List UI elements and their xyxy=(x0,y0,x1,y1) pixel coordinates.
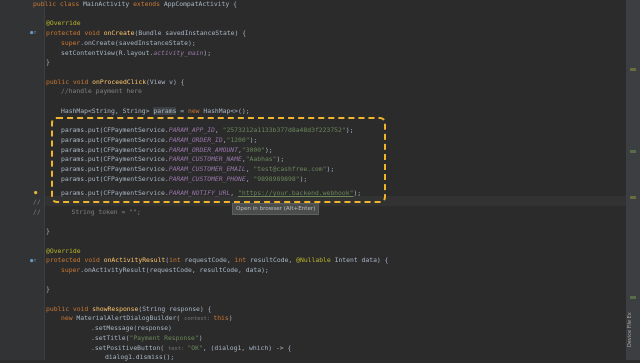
scroll-marker[interactable] xyxy=(630,196,636,199)
gutter-markers: ●↑ ●↑ ● xyxy=(28,0,45,360)
code-line[interactable]: public void onProceedClick(View v) { xyxy=(46,78,185,88)
override-icon[interactable]: ●↑ xyxy=(30,30,37,36)
code-line[interactable]: super.onCreate(savedInstanceState); xyxy=(61,39,196,49)
code-comment[interactable]: //handle payment here xyxy=(61,87,142,97)
code-line[interactable]: @Override xyxy=(46,247,81,257)
code-line[interactable]: new MaterialAlertDialogBuilder( context:… xyxy=(61,314,233,324)
code-line[interactable]: HashMap<String, String> params = new Has… xyxy=(61,106,250,117)
scroll-marker[interactable] xyxy=(630,150,636,153)
override-icon[interactable]: ●↑ xyxy=(30,258,37,264)
code-line[interactable]: protected void onActivityResult(int requ… xyxy=(46,256,388,266)
code-line[interactable]: public void showResponse(String response… xyxy=(46,305,211,315)
right-tool-strip: Device File Ex xyxy=(626,0,640,360)
device-file-explorer-tab[interactable]: Device File Ex xyxy=(627,300,639,360)
code-line[interactable]: setContentView(R.layout.activity_main); xyxy=(61,49,211,59)
code-comment[interactable]: // String token = ""; xyxy=(33,208,141,218)
line-number-gutter xyxy=(0,0,28,360)
code-line[interactable]: .setMessage(response) xyxy=(91,324,172,334)
code-line[interactable]: .setTitle("Payment Response") xyxy=(91,334,203,344)
highlight-dashed-box xyxy=(51,117,386,203)
intention-bulb-icon[interactable]: ● xyxy=(34,190,37,196)
code-line[interactable]: } xyxy=(46,285,50,295)
code-line[interactable]: } xyxy=(46,227,50,237)
code-line[interactable]: @Override xyxy=(46,19,81,29)
scroll-marker[interactable] xyxy=(630,68,636,71)
parameter-hint: context: xyxy=(184,316,214,323)
code-line[interactable]: .setPositiveButton( text: "OK", (dialog1… xyxy=(91,344,291,354)
code-line[interactable]: dialog1.dismiss(); xyxy=(105,353,174,363)
tooltip[interactable]: Open in browser (Alt+Enter) xyxy=(232,203,320,215)
code-comment[interactable]: // xyxy=(33,198,41,208)
parameter-hint: text: xyxy=(167,345,188,352)
code-line[interactable]: public class MainActivity extends AppCom… xyxy=(33,0,237,10)
code-line[interactable]: protected void onCreate(Bundle savedInst… xyxy=(46,29,246,39)
scroll-marker[interactable] xyxy=(630,296,636,299)
code-line[interactable]: } xyxy=(46,58,50,68)
code-line[interactable]: super.onActivityResult(requestCode, resu… xyxy=(61,266,269,276)
